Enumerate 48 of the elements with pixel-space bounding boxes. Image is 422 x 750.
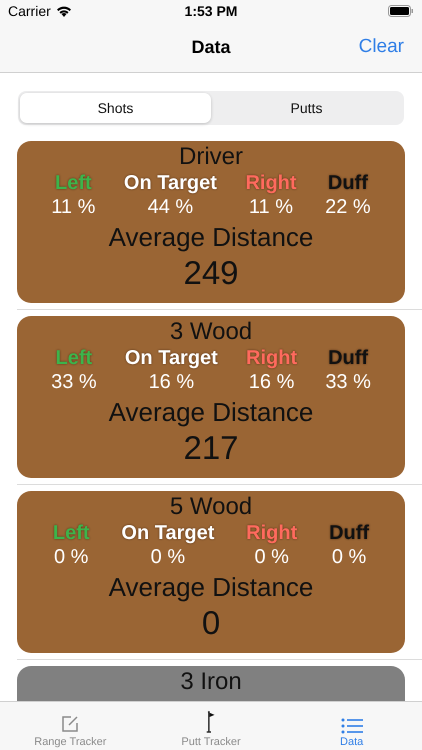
stat-label: On Target xyxy=(124,346,218,370)
stat-label: Left xyxy=(52,521,90,545)
stat-label: Left xyxy=(56,346,92,370)
stat-value: 0 % xyxy=(254,545,289,569)
stat-value: 16 % xyxy=(148,370,194,394)
tab-bar-item[interactable]: Data xyxy=(281,702,422,750)
stat-value: 44 % xyxy=(148,195,194,219)
stat-label: Duff xyxy=(328,171,368,195)
edit-icon xyxy=(60,714,80,734)
average-value: 217 xyxy=(183,428,239,468)
average-label: Average Distance xyxy=(108,571,314,603)
club-name: Driver xyxy=(179,143,243,171)
tab-bar-item[interactable]: Range Tracker xyxy=(0,702,141,750)
list-icon xyxy=(340,718,363,734)
stat-value: 0 % xyxy=(150,545,186,569)
average-label: Average Distance xyxy=(108,396,314,428)
clear-button[interactable]: Clear xyxy=(358,36,404,58)
stat-value: 11 % xyxy=(248,195,294,219)
carrier-label: Carrier xyxy=(8,3,51,19)
stat-value: 11 % xyxy=(51,195,96,219)
club-name: 5 Wood xyxy=(170,493,252,521)
clock-time: 1:53 PM xyxy=(184,3,238,19)
stat-value: 33 % xyxy=(51,370,97,394)
stat-label: Left xyxy=(54,171,92,195)
stat-label: Right xyxy=(246,346,298,370)
stat-value: 33 % xyxy=(325,370,371,394)
stat-value: 22 % xyxy=(325,195,371,219)
stat-label: On Target xyxy=(124,171,217,195)
tab-bar-item[interactable]: Putt Tracker xyxy=(140,702,282,750)
segment-tab[interactable]: Putts xyxy=(211,93,402,123)
nav-title: Data xyxy=(191,36,230,58)
club-name: 3 Wood xyxy=(170,318,252,346)
stat-label: Duff xyxy=(329,521,370,545)
wifi-icon xyxy=(56,5,72,17)
average-value: 0 xyxy=(202,603,220,643)
battery-icon xyxy=(388,5,414,17)
stat-label: Duff xyxy=(328,346,368,370)
average-label: Average Distance xyxy=(108,221,314,253)
stat-value: 16 % xyxy=(248,370,294,394)
segment-tab[interactable]: Shots xyxy=(20,93,211,123)
stat-label: On Target xyxy=(121,521,214,545)
flag-icon xyxy=(206,710,216,734)
stat-value: 0 % xyxy=(332,545,366,569)
stat-value: 0 % xyxy=(54,545,88,569)
average-value: 249 xyxy=(183,253,239,293)
club-name: 3 Iron xyxy=(180,668,242,696)
stat-label: Right xyxy=(246,521,298,545)
stat-label: Right xyxy=(245,171,297,195)
